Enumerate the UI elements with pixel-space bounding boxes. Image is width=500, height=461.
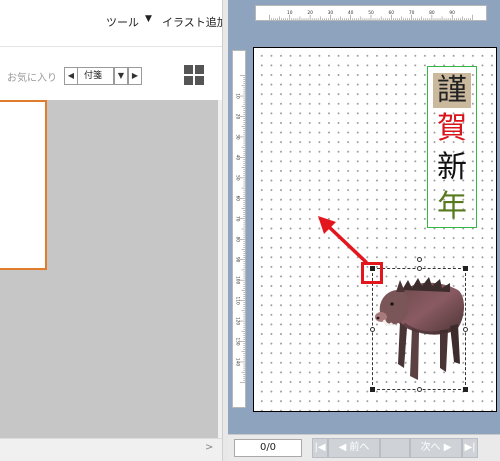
greeting-char-4: 年 xyxy=(437,189,467,224)
favorites-select[interactable]: 付箋 xyxy=(78,67,114,85)
ruler-label: 20 xyxy=(234,114,240,120)
favorites-prev-button[interactable]: ◀ xyxy=(64,67,78,85)
selected-page-thumbnail[interactable] xyxy=(0,100,47,270)
ruler-label: 130 xyxy=(234,337,240,345)
resize-handle[interactable] xyxy=(417,266,422,271)
ruler-label: 80 xyxy=(234,237,240,243)
prev-page-button[interactable]: ◀ 前へ xyxy=(328,438,380,458)
favorites-dropdown-button[interactable]: ▼ xyxy=(114,67,128,85)
ruler-label: 90 xyxy=(234,257,240,263)
rotate-handle[interactable] xyxy=(417,257,422,262)
postcard-page[interactable]: 謹 賀 新 年 xyxy=(253,47,497,412)
ruler-label: 100 xyxy=(234,276,240,284)
favorites-toolbar: お気に入り ◀ 付箋 ▼ ▶ xyxy=(0,46,222,100)
greeting-char-1: 謹 xyxy=(428,73,476,109)
chevron-down-icon[interactable]: ▼ xyxy=(145,14,152,24)
resize-handle[interactable] xyxy=(463,266,468,271)
greeting-textbox[interactable]: 謹 賀 新 年 xyxy=(427,66,477,228)
ruler-label: 50 xyxy=(368,10,374,16)
resize-handle[interactable] xyxy=(417,387,422,392)
page-navigation-bar: 0/0 |◀ ◀ 前へ 次へ ▶ ▶| xyxy=(228,434,500,461)
favorites-label: お気に入り xyxy=(7,73,57,84)
ruler-label: 80 xyxy=(429,10,435,16)
menu-tool[interactable]: ツール xyxy=(106,14,139,30)
first-page-button[interactable]: |◀ xyxy=(312,438,328,458)
grid-icon[interactable] xyxy=(184,65,204,85)
ruler-label: 20 xyxy=(307,10,313,16)
menu-bar: ツール ▼ イラスト追加 xyxy=(0,0,228,46)
greeting-char-2: 賀 xyxy=(437,111,467,146)
horizontal-scrollbar[interactable] xyxy=(0,438,222,461)
chevron-right-icon[interactable]: > xyxy=(205,442,213,453)
ruler-label: 10 xyxy=(287,10,293,16)
page-nav-spacer xyxy=(380,438,410,458)
resize-handle[interactable] xyxy=(463,387,468,392)
ruler-label: 70 xyxy=(409,10,415,16)
ruler-label: 140 xyxy=(234,358,240,366)
resize-handle[interactable] xyxy=(370,387,375,392)
ruler-label: 40 xyxy=(348,10,354,16)
resize-handle[interactable] xyxy=(463,327,468,332)
ruler-label: 30 xyxy=(234,134,240,140)
ruler-label: 40 xyxy=(234,155,240,161)
greeting-char-3: 新 xyxy=(437,150,467,185)
ruler-label: 110 xyxy=(234,297,240,305)
ruler-label: 60 xyxy=(389,10,395,16)
left-ruler: 10 20 30 40 50 60 70 80 90 100 110 120 130 140 xyxy=(232,50,246,408)
last-page-button[interactable]: ▶| xyxy=(462,438,478,458)
editor-workspace: 10 20 30 40 50 60 70 80 90 10 20 30 40 50 60 70 80 90 100… xyxy=(228,0,500,434)
ruler-label: 70 xyxy=(234,216,240,222)
left-panel: ツール ▼ イラスト追加 お気に入り ◀ 付箋 ▼ ▶ > xyxy=(0,0,228,461)
page-counter: 0/0 xyxy=(234,439,302,457)
arrow-icon xyxy=(318,216,368,264)
ruler-label: 120 xyxy=(234,317,240,325)
ruler-label: 10 xyxy=(234,93,240,99)
resize-handle[interactable] xyxy=(370,327,375,332)
favorites-next-button[interactable]: ▶ xyxy=(128,67,142,85)
ruler-label: 50 xyxy=(234,175,240,181)
ruler-label: 90 xyxy=(449,10,455,16)
next-page-button[interactable]: 次へ ▶ xyxy=(410,438,462,458)
ruler-label: 30 xyxy=(328,10,334,16)
top-ruler: 10 20 30 40 50 60 70 80 90 xyxy=(255,5,487,21)
menu-add-illust[interactable]: イラスト追加 xyxy=(162,14,228,30)
image-selection-frame[interactable] xyxy=(370,257,468,392)
ruler-label: 60 xyxy=(234,196,240,202)
